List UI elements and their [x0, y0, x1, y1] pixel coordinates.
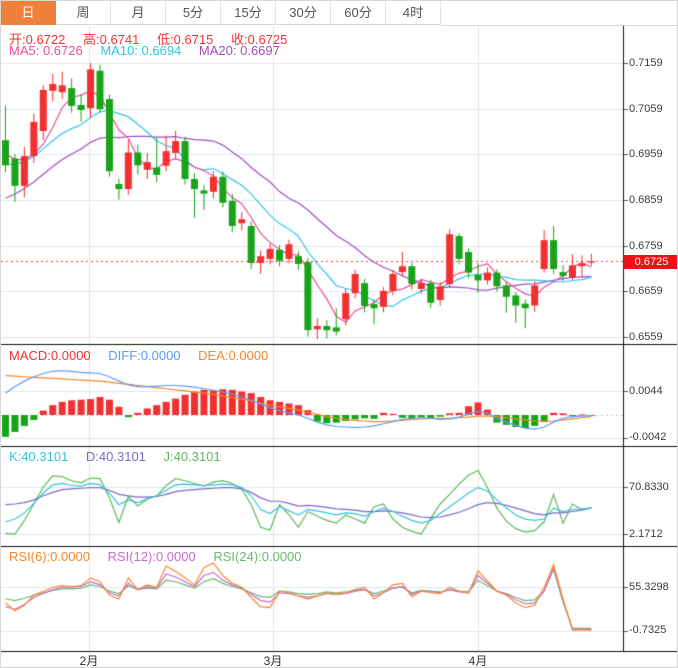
price-tick: 0.6859 [629, 194, 663, 206]
kdj-readout: K:40.3101 D:40.3101 J:40.3101 [9, 449, 235, 464]
tab-month[interactable]: 月 [111, 1, 166, 25]
macd-value: MACD:0.0000 [9, 348, 91, 363]
dea-value: DEA:0.0000 [198, 348, 268, 363]
rsi12-value: RSI(12):0.0000 [108, 549, 196, 564]
rsi6-value: RSI(6):0.0000 [9, 549, 90, 564]
j-value: J:40.3101 [164, 449, 221, 464]
timeframe-tabbar: 日 周 月 5分 15分 30分 60分 4时 [1, 1, 678, 26]
month-label-feb: 2月 [67, 652, 111, 668]
ma5-value: MA5: 0.6726 [9, 43, 83, 58]
rsi24-value: RSI(24):0.0000 [213, 549, 301, 564]
diff-value: DIFF:0.0000 [108, 348, 180, 363]
rsi-axis-tick: 55.3298 [629, 581, 669, 593]
kdj-axis-tick: 2.1712 [629, 528, 663, 540]
current-price-tag: 0.6725 [624, 255, 678, 269]
price-tick: 0.6559 [629, 331, 663, 343]
kdj-axis-tick: 70.8330 [629, 481, 669, 493]
d-value: D:40.3101 [86, 449, 146, 464]
price-tick: 0.6659 [629, 285, 663, 297]
tab-30min[interactable]: 30分 [276, 1, 331, 25]
macd-axis-tick: -0.0042 [629, 431, 666, 443]
ma-readout: MA5: 0.6726 MA10: 0.6694 MA20: 0.6697 [9, 43, 294, 58]
ma20-value: MA20: 0.6697 [199, 43, 280, 58]
tab-60min[interactable]: 60分 [331, 1, 386, 25]
tab-day[interactable]: 日 [1, 1, 56, 25]
tabbar-filler [441, 1, 678, 26]
k-value: K:40.3101 [9, 449, 68, 464]
price-tick: 0.7159 [629, 57, 663, 69]
ma10-value: MA10: 0.6694 [100, 43, 181, 58]
month-label-apr: 4月 [456, 652, 500, 668]
chart-canvas[interactable] [1, 26, 678, 668]
month-label-mar: 3月 [251, 652, 295, 668]
macd-axis-tick: 0.0044 [629, 385, 663, 397]
price-tick: 0.6959 [629, 148, 663, 160]
macd-readout: MACD:0.0000 DIFF:0.0000 DEA:0.0000 [9, 348, 282, 363]
price-tick: 0.6759 [629, 240, 663, 252]
price-tick: 0.7059 [629, 103, 663, 115]
rsi-readout: RSI(6):0.0000 RSI(12):0.0000 RSI(24):0.0… [9, 549, 316, 564]
tab-week[interactable]: 周 [56, 1, 111, 25]
chart-app-window: 日 周 月 5分 15分 30分 60分 4时 开:0.6722 高:0.674… [0, 0, 678, 668]
rsi-axis-tick: -0.7325 [629, 624, 666, 636]
tab-5min[interactable]: 5分 [166, 1, 221, 25]
tab-4hour[interactable]: 4时 [386, 1, 441, 25]
tab-15min[interactable]: 15分 [221, 1, 276, 25]
